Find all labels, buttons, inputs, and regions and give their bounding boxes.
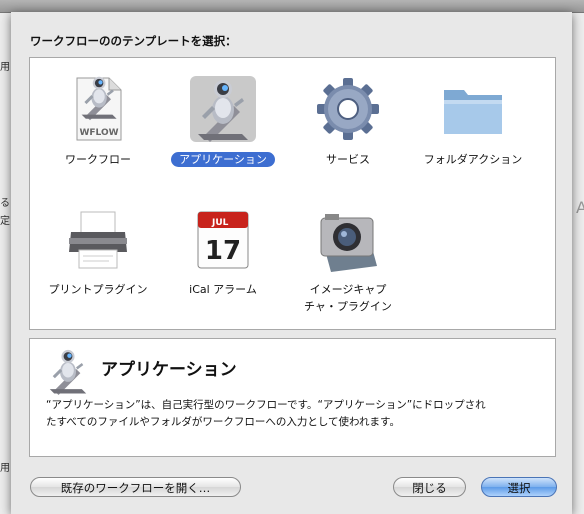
automator-robot-icon <box>44 347 92 395</box>
ical-calendar-icon: JUL 17 <box>190 206 256 272</box>
template-label: サービス <box>326 153 370 166</box>
description-text: “アプリケーション”は、自己実行型のワークフローです。“アプリケーション”にドロ… <box>46 397 526 431</box>
close-button[interactable]: 閉じる <box>393 477 466 497</box>
template-label: ワークフロー <box>65 153 131 166</box>
gear-icon <box>315 76 381 142</box>
description-line: たすべてのファイルやフォルダがワークフローへの入力として使われます。 <box>46 416 400 428</box>
template-application[interactable]: アプリケーション <box>163 76 283 167</box>
template-label: チャ・プラグイン <box>304 300 392 313</box>
background-text: A <box>576 198 584 217</box>
template-workflow[interactable]: WFLOW ワークフロー <box>38 76 158 166</box>
template-folder-action[interactable]: フォルダアクション <box>413 76 533 166</box>
description-panel: アプリケーション “アプリケーション”は、自己実行型のワークフローです。“アプリ… <box>29 338 556 457</box>
prompt-label: ワークフローののテンプレートを選択： <box>30 34 237 48</box>
template-list: WFLOW ワークフロー アプリケーション サービス フォルダアクション プリン… <box>29 57 556 330</box>
automator-robot-icon <box>190 76 256 142</box>
open-existing-workflow-button[interactable]: 既存のワークフローを開く… <box>30 477 241 497</box>
background-text: る <box>0 198 10 209</box>
folder-icon <box>440 76 506 142</box>
description-title: アプリケーション <box>101 360 237 380</box>
template-label: フォルダアクション <box>423 153 523 166</box>
background-text: 用 <box>0 463 10 474</box>
template-label: アプリケーション <box>171 152 275 167</box>
workflow-badge: WFLOW <box>79 128 118 138</box>
template-label: プリントプラグイン <box>48 283 148 296</box>
template-ical-alarm[interactable]: JUL 17 iCal アラーム <box>163 206 283 296</box>
description-line: “アプリケーション”は、自己実行型のワークフローです。“アプリケーション”にドロ… <box>46 399 486 411</box>
template-image-capture-plugin[interactable]: イメージキャプ チャ・プラグイン <box>288 206 408 316</box>
template-print-plugin[interactable]: プリントプラグイン <box>38 206 158 296</box>
background-text: 用 <box>0 62 10 73</box>
printer-icon <box>65 206 131 272</box>
template-services[interactable]: サービス <box>288 76 408 166</box>
camera-icon <box>315 206 381 272</box>
template-chooser-sheet: ワークフローののテンプレートを選択： WFLOW ワークフロー アプリケーション <box>11 12 572 514</box>
background-text: 定 <box>0 216 10 227</box>
calendar-day: 17 <box>205 236 241 266</box>
choose-button[interactable]: 選択 <box>481 477 557 497</box>
template-label: iCal アラーム <box>189 283 257 296</box>
workflow-document-icon: WFLOW <box>65 76 131 142</box>
template-label: イメージキャプ <box>309 283 387 296</box>
calendar-month: JUL <box>211 218 229 228</box>
